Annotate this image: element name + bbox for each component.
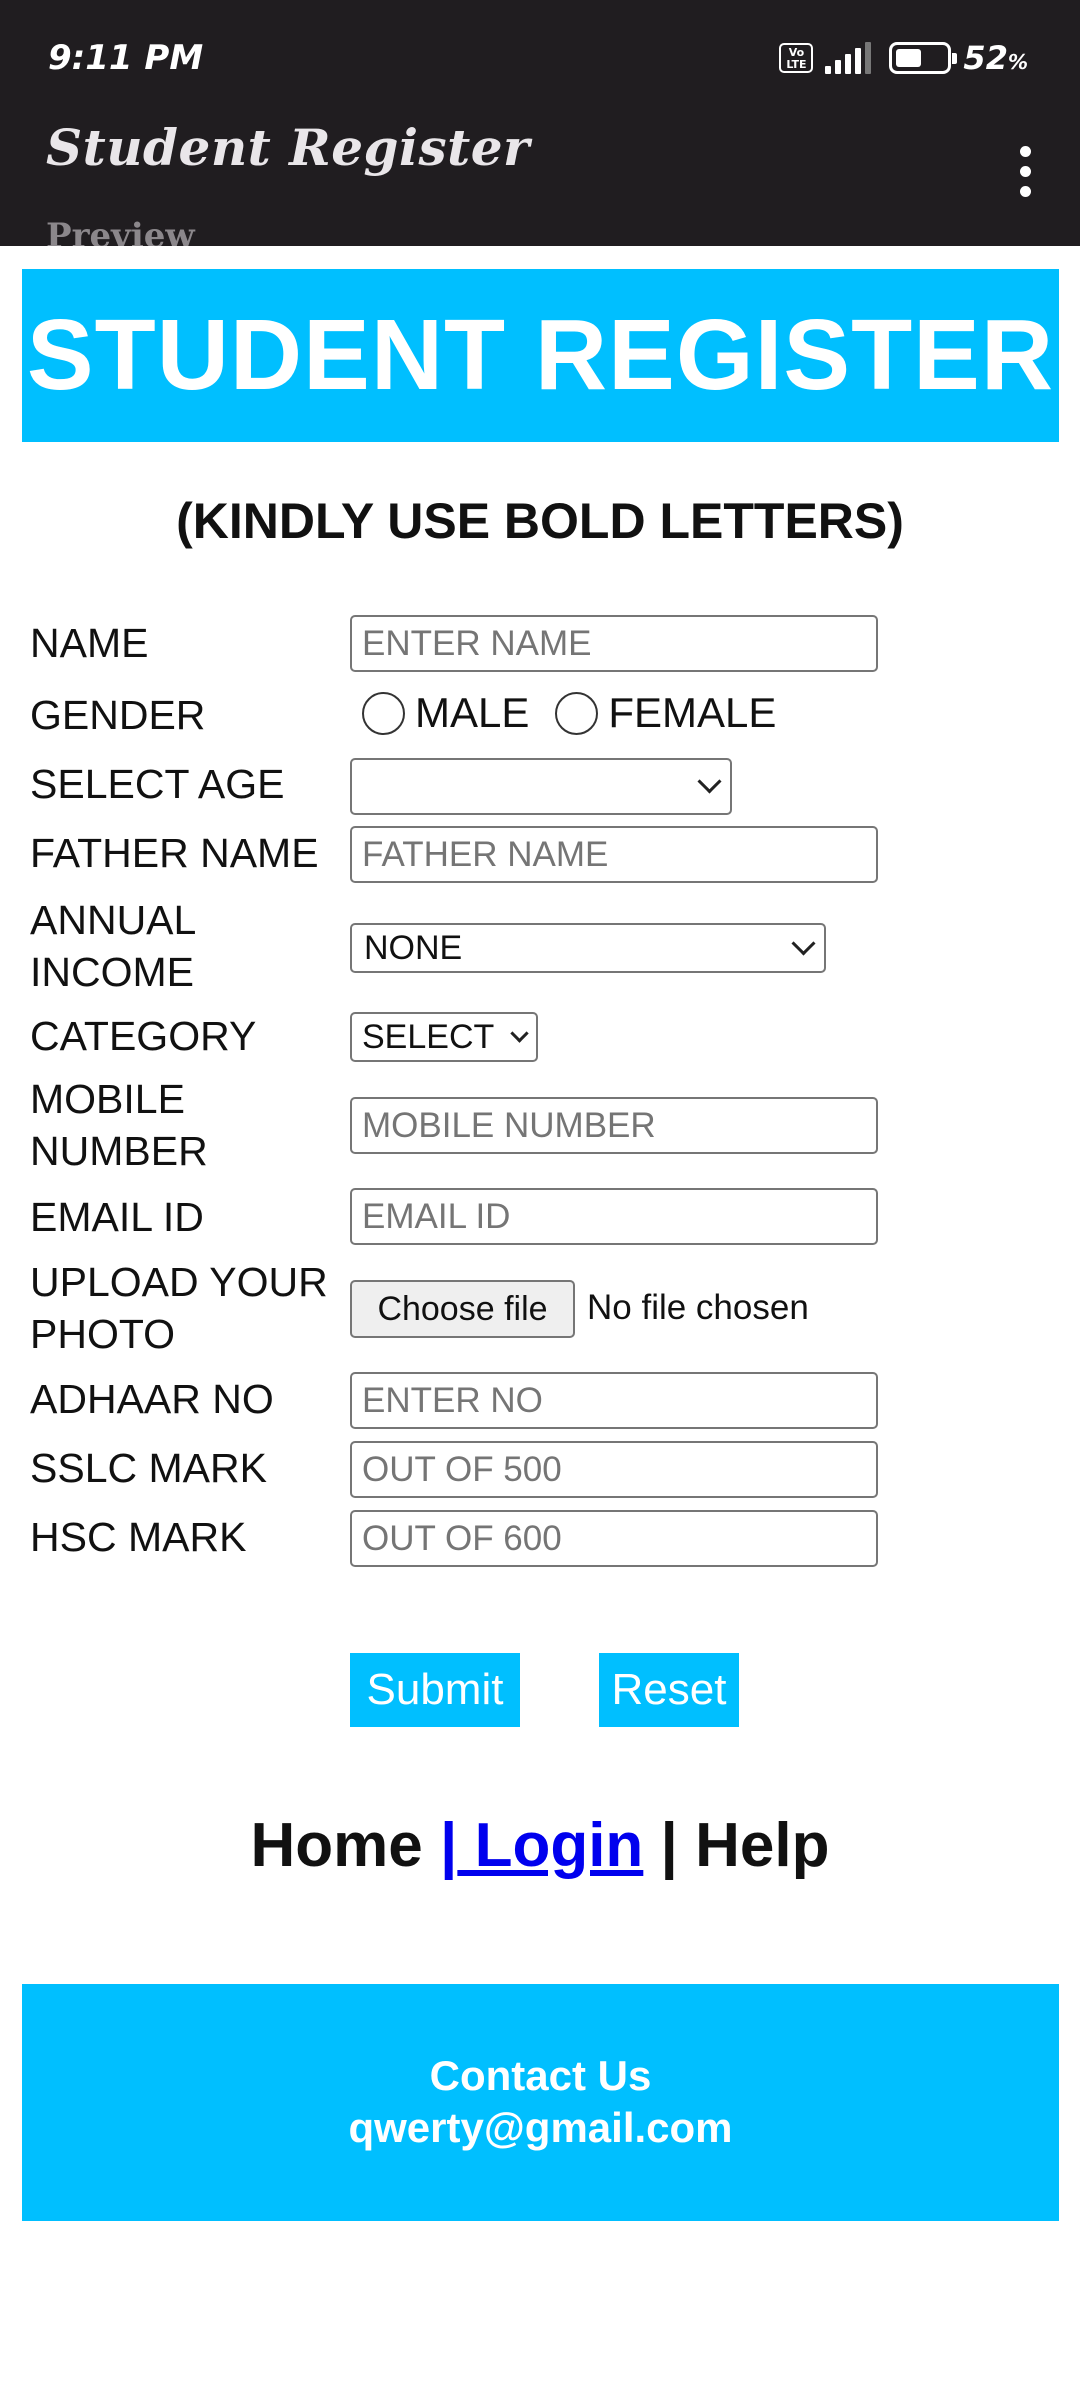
page-title: STUDENT REGISTER	[26, 299, 1055, 411]
sslc-label: SSLC MARK	[30, 1445, 267, 1491]
footer-nav: Home | Login | Help	[0, 1810, 1080, 1881]
battery-icon	[889, 42, 958, 74]
app-title: Student Register	[46, 118, 530, 177]
category-label: CATEGORY	[30, 1013, 257, 1059]
separator: |	[440, 1811, 458, 1880]
income-label-line1: ANNUAL	[30, 897, 197, 943]
income-label: ANNUAL INCOME	[30, 894, 196, 998]
home-link[interactable]: Home	[251, 1811, 423, 1880]
mobile-label-line1: MOBILE	[30, 1076, 185, 1122]
reset-button[interactable]: Reset	[599, 1653, 739, 1727]
help-link[interactable]: Help	[695, 1811, 829, 1880]
gender-female-label: FEMALE	[608, 689, 777, 736]
choose-file-button[interactable]: Choose file	[350, 1280, 575, 1338]
app-subtitle: Preview	[46, 216, 195, 246]
hsc-input[interactable]	[350, 1510, 878, 1567]
app-bar: 9:11 PM Vo LTE 52% Student Register Previ…	[0, 0, 1080, 246]
gender-male-radio[interactable]	[362, 691, 405, 735]
adhaar-input[interactable]	[350, 1372, 878, 1429]
gender-male-label: MALE	[415, 689, 530, 736]
signal-icon	[825, 42, 872, 74]
gender-radio-group: MALE FEMALE	[362, 689, 802, 737]
submit-button[interactable]: Submit	[350, 1653, 520, 1727]
file-status-text: No file chosen	[587, 1288, 809, 1327]
name-label: NAME	[30, 620, 149, 666]
age-select[interactable]	[350, 758, 732, 815]
category-select-value: SELECT	[362, 1017, 495, 1056]
sslc-input[interactable]	[350, 1441, 878, 1498]
income-select[interactable]: NONE	[350, 923, 826, 973]
chevron-down-icon	[697, 769, 722, 794]
contact-email: qwerty@gmail.com	[348, 2104, 733, 2151]
separator: |	[660, 1811, 678, 1880]
page-banner: STUDENT REGISTER	[22, 269, 1059, 442]
status-icons: Vo LTE 52%	[779, 38, 1028, 78]
age-label: SELECT AGE	[30, 761, 285, 807]
adhaar-label: ADHAAR NO	[30, 1376, 274, 1422]
email-label: EMAIL ID	[30, 1194, 204, 1240]
income-label-line2: INCOME	[30, 949, 194, 995]
hsc-label: HSC MARK	[30, 1514, 247, 1560]
photo-label-line1: UPLOAD YOUR	[30, 1259, 328, 1305]
login-link[interactable]: Login	[457, 1811, 644, 1880]
mobile-input[interactable]	[350, 1097, 878, 1154]
photo-label-line2: PHOTO	[30, 1311, 176, 1357]
contact-heading: Contact Us	[429, 2052, 652, 2099]
photo-label: UPLOAD YOUR PHOTO	[30, 1256, 328, 1360]
father-name-label: FATHER NAME	[30, 830, 319, 876]
instruction-note: (KINDLY USE BOLD LETTERS)	[176, 493, 904, 549]
category-select[interactable]: SELECT	[350, 1012, 538, 1062]
status-time: 9:11 PM	[48, 38, 204, 78]
mobile-label-line2: NUMBER	[30, 1128, 208, 1174]
mobile-label: MOBILE NUMBER	[30, 1073, 208, 1177]
income-select-value: NONE	[364, 928, 463, 967]
gender-label: GENDER	[30, 692, 206, 738]
father-name-input[interactable]	[350, 826, 878, 883]
volte-icon: Vo LTE	[779, 43, 814, 73]
contact-footer: Contact Us qwerty@gmail.com	[22, 1984, 1059, 2221]
battery-percent: 52%	[963, 39, 1028, 77]
chevron-down-icon	[510, 1023, 529, 1043]
gender-female-radio[interactable]	[555, 691, 599, 735]
chevron-down-icon	[791, 930, 816, 956]
more-vert-icon[interactable]	[1020, 146, 1034, 197]
name-input[interactable]	[350, 615, 878, 672]
email-input[interactable]	[350, 1188, 878, 1245]
